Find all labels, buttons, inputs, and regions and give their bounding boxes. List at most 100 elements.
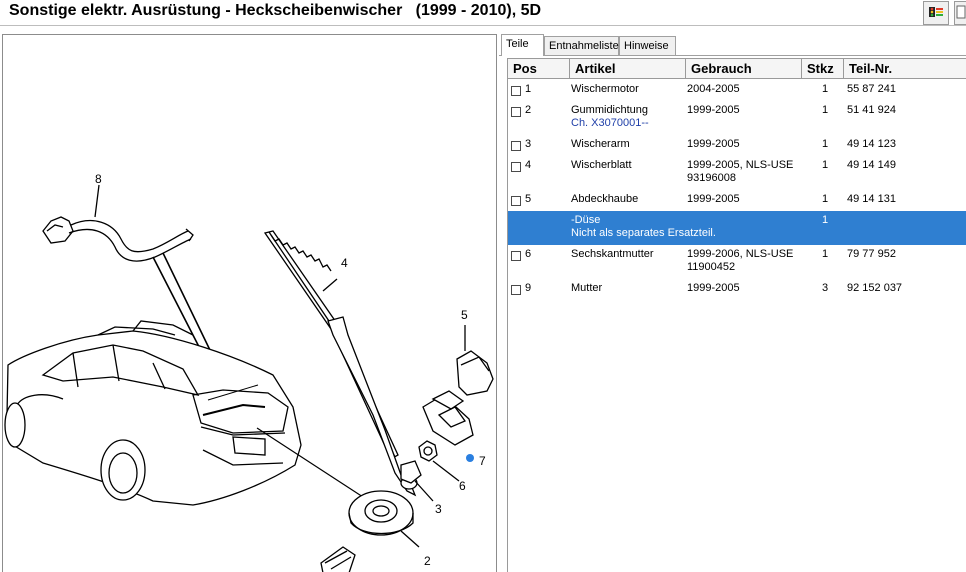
tab-entnahmeliste[interactable]: Entnahmeliste — [544, 36, 619, 56]
tab-bar: Teile Entnahmeliste Hinweise — [499, 34, 966, 56]
callout-2: 2 — [424, 554, 431, 568]
row-artikel: Wischerblatt — [571, 159, 632, 172]
title-bar: Sonstige elektr. Ausrüstung - Heckscheib… — [0, 0, 966, 26]
document-button[interactable] — [954, 1, 966, 25]
row-teil-nr: 49 14 149 — [847, 159, 896, 171]
seal-part[interactable] — [348, 490, 414, 536]
row-checkbox[interactable] — [511, 285, 521, 295]
row-teil-nr: 51 41 924 — [847, 104, 896, 116]
row-artikel-name: Mutter — [571, 282, 603, 294]
row-pos: 3 — [525, 138, 532, 150]
row-checkbox[interactable] — [511, 107, 521, 117]
row-gebrauch-value: 1999-2005, NLS-USE — [687, 159, 794, 171]
table-row[interactable]: 9 Mutter 1999-2005 3 92 152 037 — [508, 279, 966, 300]
row-gebrauch-value: 1999-2005 — [687, 282, 740, 294]
tab-hinweise[interactable]: Hinweise — [619, 36, 676, 56]
table-header: Pos Artikel Gebrauch Stkz Teil-Nr. — [508, 59, 966, 79]
row-gebrauch: 1999-2006, NLS-USE 11900452 — [687, 248, 793, 274]
row-artikel-name: Sechskantmutter — [571, 248, 654, 260]
row-pos: 4 — [525, 159, 532, 171]
row-artikel-name: Abdeckhaube — [571, 193, 639, 205]
row-artikel: Mutter — [571, 282, 602, 295]
row-stkz: 1 — [822, 248, 829, 260]
hose-part[interactable] — [42, 216, 194, 262]
column-header-gebrauch[interactable]: Gebrauch — [686, 59, 802, 79]
row-stkz: 1 — [822, 159, 829, 171]
row-pos: 5 — [525, 193, 532, 205]
row-gebrauch: 1999-2005 — [687, 193, 740, 206]
table-row[interactable]: 6 Sechskantmutter 1999-2006, NLS-USE 119004… — [508, 245, 966, 279]
callout-5: 5 — [461, 308, 468, 322]
column-header-stkz[interactable]: Stkz — [802, 59, 844, 79]
row-gebrauch-value: 2004-2005 — [687, 83, 740, 95]
callout-8: 8 — [95, 172, 102, 186]
row-checkbox[interactable] — [511, 86, 521, 96]
selected-callout-marker — [466, 454, 474, 462]
parts-diagram: 8 4 5 7 6 3 2 — [4, 172, 494, 572]
row-artikel-name: Wischerarm — [571, 138, 630, 150]
callout-6: 6 — [459, 479, 466, 493]
washer-part[interactable] — [400, 460, 422, 484]
nozzle-part[interactable] — [422, 390, 474, 446]
table-row[interactable]: 4 Wischerblatt 1999-2005, NLS-USE 93196008 1… — [508, 156, 966, 190]
row-gebrauch: 2004-2005 — [687, 83, 740, 96]
row-gebrauch-value: 1999-2005 — [687, 193, 740, 205]
callout-4: 4 — [341, 256, 348, 270]
row-stkz: 1 — [822, 214, 829, 226]
row-gebrauch: 1999-2005 — [687, 282, 740, 295]
tab-divider — [499, 55, 966, 56]
table-row[interactable]: 5 Abdeckhaube 1999-2005 1 49 14 131 — [508, 190, 966, 211]
column-header-teil-nr[interactable]: Teil-Nr. — [844, 59, 966, 79]
legend-button[interactable] — [923, 1, 949, 25]
table-row[interactable]: 2 Gummidichtung Ch. X3070001-- 1999-2005 1 51… — [508, 101, 966, 135]
row-teil-nr: 55 87 241 — [847, 83, 896, 95]
row-pos: 6 — [525, 248, 532, 260]
row-stkz: 1 — [822, 83, 829, 95]
row-gebrauch-value: 1999-2006, NLS-USE — [687, 248, 794, 260]
parts-list-panel: Teile Entnahmeliste Hinweise Pos Artikel… — [499, 28, 966, 572]
table-row[interactable]: 3 Wischerarm 1999-2005 1 49 14 123 — [508, 135, 966, 156]
document-icon — [956, 5, 966, 22]
row-artikel-name: Wischermotor — [571, 83, 639, 95]
row-artikel: Abdeckhaube — [571, 193, 638, 206]
row-artikel: Wischermotor — [571, 83, 639, 96]
row-artikel-note: Nicht als separates Ersatzteil. — [571, 227, 716, 239]
row-artikel-name: -Düse — [571, 214, 601, 226]
column-header-pos[interactable]: Pos — [508, 59, 570, 79]
cover-cap-part[interactable] — [456, 350, 494, 396]
car-illustration — [4, 320, 302, 506]
row-artikel-note: Ch. X3070001-- — [571, 117, 649, 129]
row-pos: 9 — [525, 282, 532, 294]
row-artikel: Wischerarm — [571, 138, 630, 151]
tab-teile[interactable]: Teile — [501, 34, 544, 56]
parts-diagram-panel: 8 4 5 7 6 3 2 — [2, 34, 497, 572]
row-artikel-name: Gummidichtung — [571, 104, 649, 116]
row-stkz: 3 — [822, 282, 829, 294]
parts-table: Pos Artikel Gebrauch Stkz Teil-Nr. 1 Wisc… — [507, 58, 966, 572]
row-checkbox[interactable] — [511, 141, 521, 151]
table-row[interactable]: 1 Wischermotor 2004-2005 1 55 87 241 — [508, 80, 966, 101]
column-header-artikel[interactable]: Artikel — [570, 59, 686, 79]
row-gebrauch: 1999-2005 — [687, 104, 740, 117]
callout-3: 3 — [435, 502, 442, 516]
callout-7: 7 — [479, 454, 486, 468]
row-gebrauch-note: 93196008 — [687, 172, 736, 184]
row-stkz: 1 — [822, 104, 829, 116]
table-row[interactable]: -Düse Nicht als separates Ersatzteil. 1 — [508, 211, 966, 245]
row-checkbox[interactable] — [511, 196, 521, 206]
row-artikel: Gummidichtung Ch. X3070001-- — [571, 104, 649, 130]
row-teil-nr: 49 14 123 — [847, 138, 896, 150]
row-artikel: -Düse Nicht als separates Ersatzteil. — [571, 214, 716, 240]
row-pos: 1 — [525, 83, 532, 95]
row-checkbox[interactable] — [511, 162, 521, 172]
row-teil-nr: 49 14 131 — [847, 193, 896, 205]
row-stkz: 1 — [822, 193, 829, 205]
row-gebrauch-value: 1999-2005 — [687, 138, 740, 150]
row-checkbox[interactable] — [511, 251, 521, 261]
row-artikel: Sechskantmutter — [571, 248, 654, 261]
wiper-motor-part[interactable] — [320, 546, 356, 572]
nut-part[interactable] — [418, 440, 438, 462]
leader-line — [94, 184, 100, 218]
row-teil-nr: 92 152 037 — [847, 282, 903, 294]
row-gebrauch-note: 11900452 — [687, 261, 736, 273]
